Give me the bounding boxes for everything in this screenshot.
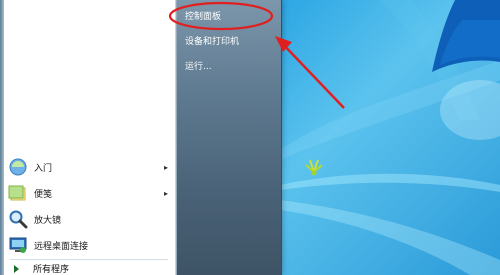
program-label: 远程桌面连接 xyxy=(34,241,89,252)
sticky-notes-icon xyxy=(8,185,26,201)
program-item-sticky-notes[interactable]: 便笺 ▸ xyxy=(6,181,170,205)
start-menu-places-pane: 控制面板 设备和打印机 运行... xyxy=(176,0,282,275)
program-label: 入门 xyxy=(34,163,53,174)
left-pane-border xyxy=(0,0,4,275)
all-programs-button[interactable]: 所有程序 xyxy=(6,262,170,275)
menu-separator xyxy=(10,259,168,260)
program-item-magnifier[interactable]: 放大镜 xyxy=(6,207,170,231)
all-programs-arrow-icon xyxy=(14,264,19,273)
program-item-remote-desktop[interactable]: 远程桌面连接 xyxy=(6,233,170,257)
magnifier-icon xyxy=(9,210,28,229)
start-menu: 入门 ▸ 便笺 ▸ 放大镜 远程桌面连接 所有程序 控制面板 设备和打印机 运行… xyxy=(0,0,282,275)
all-programs-label: 所有程序 xyxy=(33,265,70,275)
getting-started-icon xyxy=(9,158,27,176)
submenu-arrow-icon[interactable]: ▸ xyxy=(164,189,168,198)
screen: 入门 ▸ 便笺 ▸ 放大镜 远程桌面连接 所有程序 控制面板 设备和打印机 运行… xyxy=(0,0,500,275)
run-link[interactable]: 运行... xyxy=(185,58,212,76)
start-menu-programs-pane: 入门 ▸ 便笺 ▸ 放大镜 远程桌面连接 所有程序 xyxy=(0,0,176,275)
program-label: 便笺 xyxy=(34,189,53,200)
remote-desktop-icon xyxy=(9,237,27,253)
program-label: 放大镜 xyxy=(34,215,62,226)
program-item-getting-started[interactable]: 入门 ▸ xyxy=(6,155,170,179)
devices-and-printers-link[interactable]: 设备和打印机 xyxy=(185,33,239,51)
control-panel-link[interactable]: 控制面板 xyxy=(185,8,221,26)
submenu-arrow-icon[interactable]: ▸ xyxy=(164,163,168,172)
